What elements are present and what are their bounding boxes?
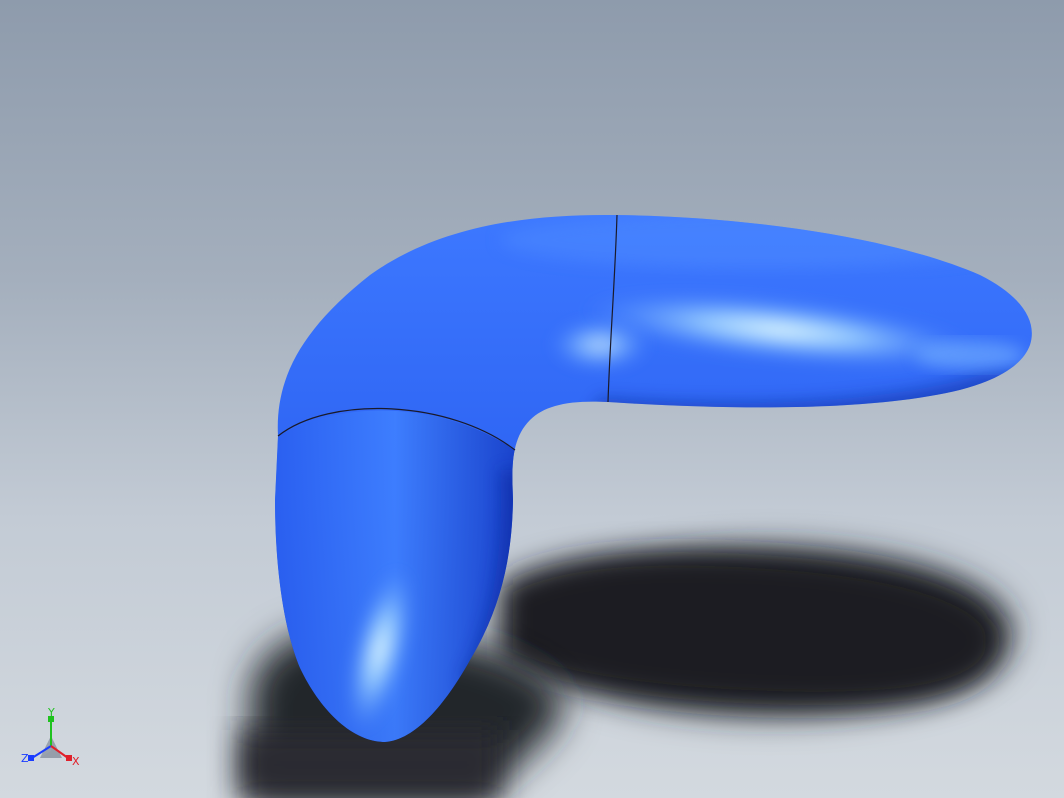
z-axis-tip-icon bbox=[28, 755, 34, 761]
z-axis-label: Z bbox=[21, 752, 29, 765]
view-orientation-triad: Y Z X bbox=[21, 706, 80, 768]
graphics-viewport[interactable]: Y Z X bbox=[0, 0, 1064, 798]
y-axis-label: Y bbox=[47, 706, 55, 719]
x-axis-label: X bbox=[72, 755, 80, 768]
model-scene[interactable] bbox=[0, 0, 1064, 798]
